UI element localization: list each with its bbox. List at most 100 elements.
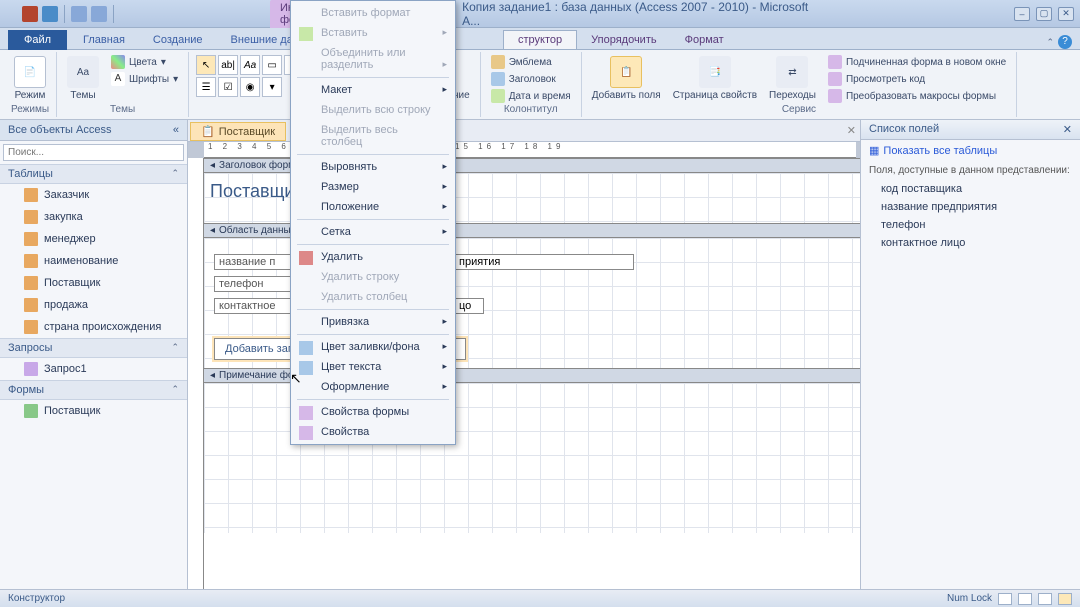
- convert-macros-button[interactable]: Преобразовать макросы формы: [824, 88, 1010, 104]
- object-icon: [24, 210, 38, 224]
- subform-button[interactable]: Подчиненная форма в новом окне: [824, 54, 1010, 70]
- object-icon: [24, 320, 38, 334]
- tab-designer[interactable]: структор: [503, 30, 577, 49]
- navgroup-tables[interactable]: Таблицы⌃: [0, 164, 187, 184]
- pointer-icon[interactable]: ↖: [196, 55, 216, 75]
- textbox-icon[interactable]: ab|: [218, 55, 238, 75]
- context-menu-item[interactable]: Цвет заливки/фона: [293, 337, 453, 357]
- field-list-pane: Список полей ✕ ▦ Показать все таблицы По…: [860, 120, 1080, 589]
- more-icon[interactable]: ▾: [262, 77, 282, 97]
- context-menu[interactable]: Вставить форматВставитьОбъединить или ра…: [290, 0, 456, 445]
- access-app-icon[interactable]: [22, 6, 38, 22]
- title-button[interactable]: Заголовок: [487, 71, 575, 87]
- nav-item[interactable]: Запрос1: [0, 358, 187, 380]
- view-code-button[interactable]: Просмотреть код: [824, 71, 1010, 87]
- context-menu-item[interactable]: Свойства формы: [293, 402, 453, 422]
- add-fields-button[interactable]: 📋 Добавить поля: [588, 54, 665, 103]
- delete-icon: [299, 251, 313, 265]
- context-menu-item[interactable]: Свойства: [293, 422, 453, 442]
- fieldlist-item[interactable]: контактное лицо: [861, 234, 1080, 252]
- view-datasheet-button[interactable]: [1018, 593, 1032, 605]
- fonts-button[interactable]: AШрифты ▾: [107, 71, 182, 87]
- form-title-label[interactable]: Поставщик: [210, 181, 302, 202]
- navpane-search-input[interactable]: [3, 144, 184, 161]
- navgroup-queries[interactable]: Запросы⌃: [0, 338, 187, 358]
- title-bar: Инструменты конструктора форм Копия зада…: [0, 0, 1080, 28]
- datetime-button[interactable]: Дата и время: [487, 88, 575, 104]
- tab-home[interactable]: Главная: [69, 31, 139, 49]
- nav-item[interactable]: продажа: [0, 294, 187, 316]
- tab-create[interactable]: Создание: [139, 31, 217, 49]
- context-menu-item[interactable]: Привязка: [293, 312, 453, 332]
- document-tab[interactable]: 📋Поставщик: [190, 122, 286, 141]
- object-icon: [24, 298, 38, 312]
- nav-item[interactable]: менеджер: [0, 228, 187, 250]
- quick-access-toolbar: [0, 5, 116, 23]
- themes-button[interactable]: Aa Темы: [63, 54, 103, 103]
- button-icon[interactable]: ▭: [262, 55, 282, 75]
- nav-item[interactable]: страна происхождения: [0, 316, 187, 338]
- nav-item[interactable]: закупка: [0, 206, 187, 228]
- list-icon[interactable]: ☰: [196, 77, 216, 97]
- tab-arrange[interactable]: Упорядочить: [577, 31, 670, 49]
- minimize-button[interactable]: –: [1014, 7, 1030, 21]
- context-menu-item: Объединить или разделить: [293, 43, 453, 75]
- logo-button[interactable]: Эмблема: [487, 54, 575, 70]
- context-menu-item[interactable]: Размер: [293, 177, 453, 197]
- object-icon: [24, 404, 38, 418]
- prop-icon: [299, 406, 313, 420]
- context-menu-item[interactable]: Сетка: [293, 222, 453, 242]
- context-menu-item: Вставить формат: [293, 3, 453, 23]
- fieldlist-header: Список полей ✕: [861, 120, 1080, 140]
- context-menu-item[interactable]: Макет: [293, 80, 453, 100]
- nav-item[interactable]: Поставщик: [0, 400, 187, 422]
- save-icon[interactable]: [42, 6, 58, 22]
- navgroup-forms[interactable]: Формы⌃: [0, 380, 187, 400]
- close-button[interactable]: ✕: [1058, 7, 1074, 21]
- document-title: Копия задание1 : база данных (Access 200…: [462, 0, 810, 28]
- object-icon: [24, 362, 38, 376]
- context-menu-item[interactable]: Цвет текста: [293, 357, 453, 377]
- view-design-button[interactable]: [1058, 593, 1072, 605]
- context-menu-item: Выделить весь столбец: [293, 120, 453, 152]
- nav-item[interactable]: Заказчик: [0, 184, 187, 206]
- undo-icon[interactable]: [71, 6, 87, 22]
- field-textbox-2[interactable]: цо: [454, 298, 484, 314]
- context-menu-item[interactable]: Оформление: [293, 377, 453, 397]
- option-icon[interactable]: ◉: [240, 77, 260, 97]
- show-all-tables-link[interactable]: ▦ Показать все таблицы: [861, 140, 1080, 161]
- tab-file[interactable]: Файл: [8, 30, 67, 50]
- ribbon-tabs: Файл Главная Создание Внешние данные стр…: [0, 28, 1080, 50]
- help-icon[interactable]: ?: [1058, 35, 1072, 49]
- fieldlist-item[interactable]: название предприятия: [861, 198, 1080, 216]
- colors-button[interactable]: Цвета ▾: [107, 54, 182, 70]
- view-form-button[interactable]: [998, 593, 1012, 605]
- property-sheet-button[interactable]: 📑 Страница свойств: [669, 54, 761, 103]
- ribbon: 📄 Режим Режимы Aa Темы Цвета ▾ AШрифты ▾…: [0, 50, 1080, 120]
- ribbon-collapse-icon[interactable]: ⌃: [1046, 37, 1054, 48]
- label-icon[interactable]: Aa: [240, 55, 260, 75]
- mode-button[interactable]: 📄 Режим: [10, 54, 50, 103]
- context-menu-item[interactable]: Положение: [293, 197, 453, 217]
- navpane-header[interactable]: Все объекты Access «: [0, 120, 187, 141]
- view-layout-button[interactable]: [1038, 593, 1052, 605]
- numlock-label: Num Lock: [947, 593, 992, 604]
- status-mode-label: Конструктор: [8, 593, 65, 604]
- tab-format[interactable]: Формат: [671, 31, 738, 49]
- fieldlist-item[interactable]: код поставщика: [861, 180, 1080, 198]
- field-textbox-0[interactable]: приятия: [454, 254, 634, 270]
- tab-order-button[interactable]: ⇄ Переходы: [765, 54, 820, 103]
- fieldlist-item[interactable]: телефон: [861, 216, 1080, 234]
- nav-item[interactable]: наименование: [0, 250, 187, 272]
- nav-item[interactable]: Поставщик: [0, 272, 187, 294]
- maximize-button[interactable]: ▢: [1036, 7, 1052, 21]
- context-menu-item[interactable]: Выровнять: [293, 157, 453, 177]
- navigation-pane: Все объекты Access « Таблицы⌃ Заказчикза…: [0, 120, 188, 589]
- prop-icon: [299, 426, 313, 440]
- document-close-icon[interactable]: ✕: [847, 124, 856, 137]
- fieldlist-close-icon[interactable]: ✕: [1063, 123, 1072, 136]
- check-icon[interactable]: ☑: [218, 77, 238, 97]
- chevron-left-icon[interactable]: «: [173, 124, 179, 136]
- context-menu-item[interactable]: Удалить: [293, 247, 453, 267]
- redo-icon[interactable]: [91, 6, 107, 22]
